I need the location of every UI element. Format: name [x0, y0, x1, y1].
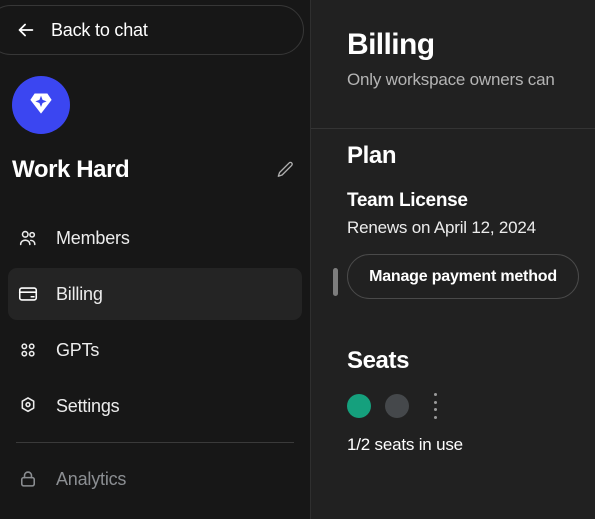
sidebar-nav: Members Billing GPTs Settings Analytics	[0, 208, 310, 509]
gear-icon	[16, 394, 40, 418]
workspace-name: Work Hard	[12, 156, 130, 183]
manage-payment-method-button[interactable]: Manage payment method	[347, 254, 579, 299]
sidebar-item-members[interactable]: Members	[8, 212, 302, 264]
sidebar-item-label: GPTs	[56, 339, 100, 360]
sidebar-divider	[16, 442, 294, 443]
back-to-chat-label: Back to chat	[51, 19, 148, 40]
seat-indicator-row	[347, 393, 595, 419]
header-divider	[311, 128, 595, 129]
sidebar-item-label: Members	[56, 227, 130, 248]
page-subtitle: Only workspace owners can	[347, 70, 555, 89]
seats-heading: Seats	[347, 347, 410, 374]
sidebar-item-label: Settings	[56, 395, 120, 416]
billing-settings-window: Back to chat Work Hard Members Billing G…	[0, 0, 595, 519]
users-icon	[16, 226, 40, 250]
page-title: Billing	[347, 28, 435, 61]
seats-section: Seats 1/2 seats in use	[311, 347, 595, 455]
more-vertical-icon[interactable]	[425, 391, 445, 421]
sidebar-item-billing[interactable]: Billing	[8, 268, 302, 320]
grid-icon	[16, 338, 40, 362]
arrow-left-icon	[15, 19, 37, 41]
sidebar-item-analytics[interactable]: Analytics	[8, 453, 302, 505]
lock-icon	[16, 467, 40, 491]
credit-card-icon	[16, 282, 40, 306]
seats-summary: 1/2 seats in use	[347, 435, 463, 454]
main-panel: Billing Only workspace owners can Plan T…	[311, 0, 595, 519]
back-to-chat-button[interactable]: Back to chat	[0, 5, 304, 55]
workspace-title-row: Work Hard	[12, 150, 298, 190]
seat-dot-free	[385, 394, 409, 418]
sidebar-item-label: Billing	[56, 283, 103, 304]
page-header: Billing Only workspace owners can	[311, 0, 595, 90]
diamond-sparkle-icon	[24, 86, 58, 125]
workspace-avatar	[12, 76, 70, 134]
sidebar-item-gpts[interactable]: GPTs	[8, 324, 302, 376]
sidebar-item-settings[interactable]: Settings	[8, 380, 302, 432]
scrollbar-thumb[interactable]	[333, 268, 338, 296]
plan-name: Team License	[347, 190, 468, 211]
plan-section: Plan Team License Renews on April 12, 20…	[311, 142, 595, 299]
plan-renewal-date: Renews on April 12, 2024	[347, 218, 536, 237]
plan-heading: Plan	[347, 142, 397, 169]
sidebar-item-label: Analytics	[56, 468, 127, 489]
seat-dot-used	[347, 394, 371, 418]
sidebar: Back to chat Work Hard Members Billing G…	[0, 0, 310, 519]
pencil-icon[interactable]	[272, 157, 298, 183]
